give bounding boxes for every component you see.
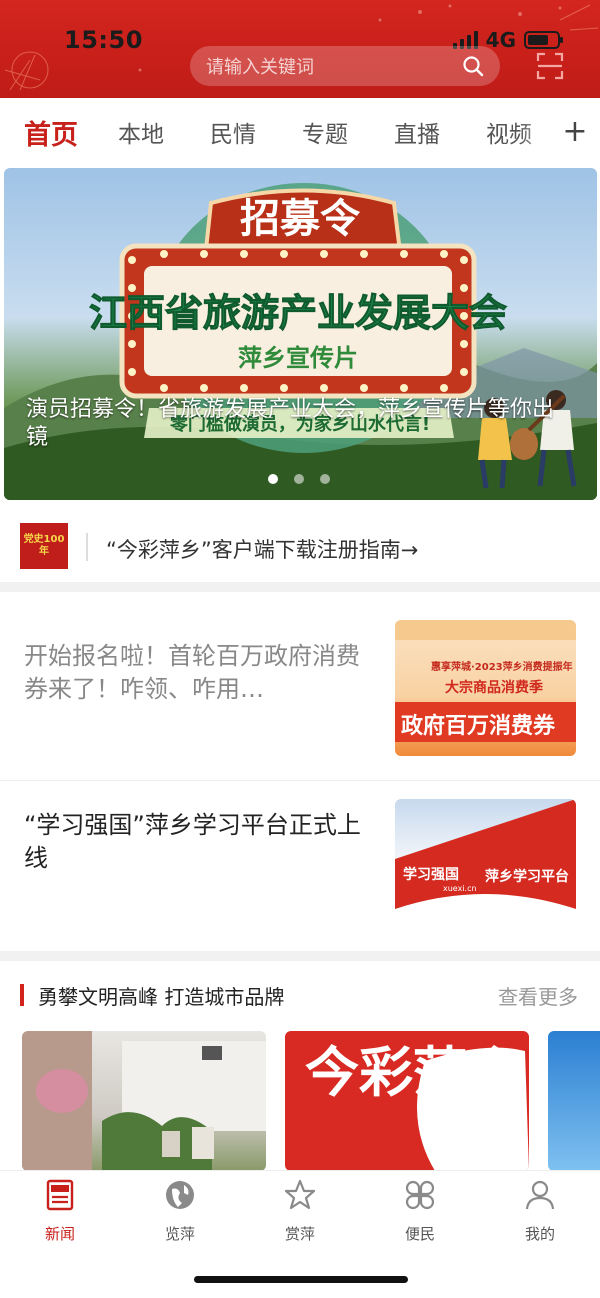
- star-icon: [284, 1179, 316, 1210]
- section-title: 勇攀文明高峰 打造城市品牌: [38, 985, 285, 1009]
- calligraphy-image: 今彩萍乡: [305, 1040, 529, 1171]
- news-thumbnail[interactable]: 惠享萍城·2023萍乡消费提振年 大宗商品消费季 政府百万消费券: [395, 620, 576, 756]
- app-header: 15:50 4G 请输入关键词: [0, 0, 600, 98]
- nav-appreciate[interactable]: 赏萍: [240, 1177, 360, 1244]
- status-time: 15:50: [64, 26, 143, 54]
- thumb-logo-sub: xuexi.cn: [443, 884, 477, 893]
- search-placeholder: 请输入关键词: [206, 57, 314, 78]
- news-icon: [46, 1179, 74, 1211]
- home-indicator: [194, 1276, 408, 1283]
- add-channel-icon[interactable]: +: [558, 112, 592, 150]
- section-card[interactable]: 今彩萍乡: [285, 1031, 529, 1171]
- card-text: 今彩萍乡: [305, 1040, 521, 1104]
- tab-home[interactable]: 首页: [24, 113, 78, 152]
- thumb-text: 萍乡学习平台: [485, 868, 569, 885]
- party-history-logo: 党史100年: [20, 523, 68, 569]
- nav-label: 便民: [404, 1225, 435, 1243]
- nav-profile[interactable]: 我的: [480, 1177, 600, 1244]
- nav-label: 赏萍: [284, 1225, 315, 1243]
- nav-label: 览萍: [164, 1225, 195, 1243]
- banner-caption[interactable]: 演员招募令！省旅游发展产业大会，萍乡宣传片等你出镜: [26, 396, 566, 452]
- grid-icon: [405, 1180, 435, 1210]
- nav-browse[interactable]: 览萍: [120, 1177, 240, 1244]
- tab-topics[interactable]: 专题: [302, 115, 348, 149]
- section-card[interactable]: [548, 1031, 600, 1171]
- street-photo: [22, 1031, 266, 1171]
- banner-carousel[interactable]: 招募令 江西省旅游产业发展大会 萍乡宣传片 零门槛做演员，为家乡山水代言! 演员…: [4, 168, 597, 500]
- news-title[interactable]: 开始报名啦！首轮百万政府消费券来了！咋领、咋用…: [24, 640, 374, 706]
- section-divider: [0, 582, 600, 592]
- channel-tabs: 首页 本地 民情 专题 直播 视频: [0, 98, 600, 166]
- carousel-dot[interactable]: [268, 474, 278, 484]
- globe-icon: [166, 1181, 194, 1209]
- tab-local[interactable]: 本地: [118, 115, 164, 149]
- news-item[interactable]: 开始报名啦！首轮百万政府消费券来了！咋领、咋用… 惠享萍城·2023萍乡消费提振…: [0, 592, 600, 780]
- search-bar[interactable]: 请输入关键词: [190, 46, 500, 86]
- xuexi-platform-image: 学习强国 xuexi.cn 萍乡学习平台: [395, 799, 576, 935]
- user-icon: [525, 1180, 555, 1210]
- tab-live[interactable]: 直播: [394, 115, 440, 149]
- sign-top-text: 招募令: [240, 196, 361, 242]
- news-thumbnail[interactable]: 学习强国 xuexi.cn 萍乡学习平台: [395, 799, 576, 935]
- nav-label: 新闻: [44, 1225, 75, 1243]
- section-divider: [0, 951, 600, 961]
- search-icon[interactable]: [462, 55, 484, 77]
- tab-public-opinion[interactable]: 民情: [210, 115, 256, 149]
- tabs-fade: [520, 108, 560, 158]
- sign-sub-text: 萍乡宣传片: [238, 344, 358, 372]
- guide-divider: [86, 533, 88, 561]
- thumb-line3: 政府百万消费券: [401, 713, 556, 739]
- carousel-dot[interactable]: [320, 474, 330, 484]
- battery-icon: [524, 31, 563, 49]
- nav-services[interactable]: 便民: [360, 1177, 480, 1244]
- nav-label: 我的: [524, 1225, 555, 1243]
- nav-news[interactable]: 新闻: [0, 1177, 120, 1244]
- news-item[interactable]: “学习强国”萍乡学习平台正式上线 学习强国 xuexi.cn 萍乡学习平台: [0, 781, 600, 951]
- scan-icon[interactable]: [536, 52, 564, 80]
- section-card[interactable]: [22, 1031, 266, 1171]
- download-guide-link[interactable]: “今彩萍乡”客户端下载注册指南→: [106, 534, 418, 564]
- thumb-logo: 学习强国: [403, 866, 459, 883]
- see-more-link[interactable]: 查看更多: [498, 981, 578, 1010]
- section-accent-bar: [20, 984, 24, 1006]
- consumption-voucher-image: 惠享萍城·2023萍乡消费提振年 大宗商品消费季 政府百万消费券: [395, 620, 576, 742]
- thumb-line1: 惠享萍城·2023萍乡消费提振年: [431, 660, 573, 673]
- news-title[interactable]: “学习强国”萍乡学习平台正式上线: [24, 809, 374, 875]
- carousel-dot[interactable]: [294, 474, 304, 484]
- thumb-line2: 大宗商品消费季: [445, 679, 543, 696]
- carousel-dots: [268, 474, 330, 484]
- sign-main-text: 江西省旅游产业发展大会: [89, 291, 507, 335]
